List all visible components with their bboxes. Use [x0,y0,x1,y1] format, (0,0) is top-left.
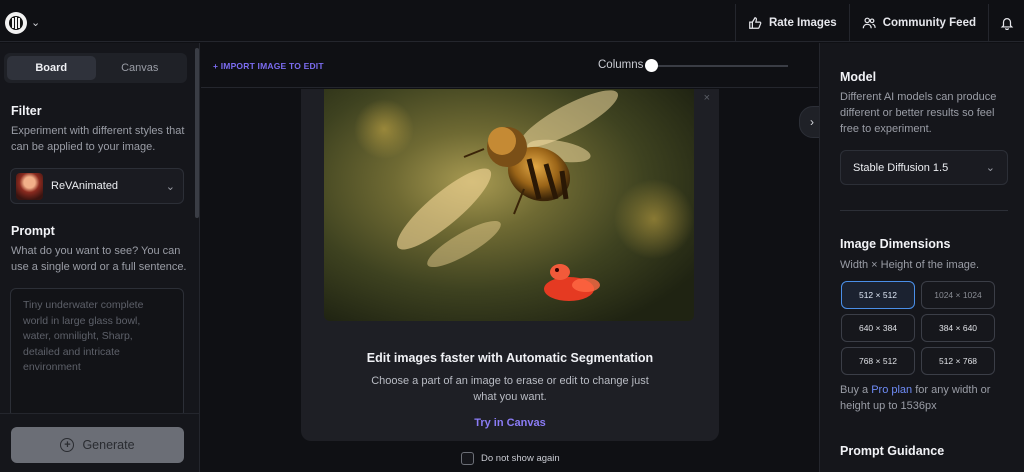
prompt-description: What do you want to see? You can use a s… [11,245,187,273]
thumbs-up-icon [749,17,762,29]
generate-label: Generate [82,438,135,452]
plus-circle-icon: + [60,438,75,452]
filter-title: Filter [11,104,42,118]
view-tabs: Board Canvas [4,53,187,83]
model-title: Model [840,70,877,84]
dimension-option-512x768[interactable]: 512 × 768 [921,347,995,375]
dimension-option-512x512[interactable]: 512 × 512 [841,281,915,309]
users-icon [862,17,876,29]
modal-title: Edit images faster with Automatic Segmen… [366,351,654,365]
dont-show-again-label: Do not show again [481,453,560,464]
bell-icon [1000,18,1013,30]
chevron-down-icon: ⌄ [165,180,175,193]
board-toolbar: + IMPORT IMAGE TO EDIT Columns [201,43,818,88]
pro-plan-note: Buy a Pro plan for any width or height u… [840,382,1010,414]
model-select-label: Stable Diffusion 1.5 [853,161,949,174]
columns-label: Columns [598,59,644,71]
main-board: + IMPORT IMAGE TO EDIT Columns × Edit im… [201,43,825,472]
modal-description: Choose a part of an image to erase or ed… [371,375,649,403]
dimension-option-640x384[interactable]: 640 × 384 [841,314,915,342]
columns-slider-track[interactable] [646,65,788,67]
community-feed-label: Community Feed [882,17,976,29]
prompt-title: Prompt [11,224,55,238]
generate-button[interactable]: + Generate [11,427,184,463]
app-logo-icon[interactable] [5,12,27,34]
prompt-input[interactable]: Tiny underwater complete world in large … [10,288,184,418]
filter-model-label: ReVAnimated [51,180,119,192]
rate-images-button[interactable]: Rate Images [734,4,849,42]
chevron-down-icon: ⌄ [985,162,995,174]
tab-board[interactable]: Board [7,56,96,80]
rate-images-label: Rate Images [768,17,837,29]
divider [840,210,1008,211]
try-in-canvas-link[interactable]: Try in Canvas [301,417,719,429]
columns-slider-handle[interactable] [645,59,658,72]
top-bar: ⌄ Rate Images Community Feed [0,4,1024,42]
pro-plan-prefix: Buy a [840,384,872,396]
chevron-right-icon: › [810,115,814,129]
right-sidebar: Model Different AI models can produce di… [819,43,1024,472]
model-description: Different AI models can produce differen… [840,91,997,135]
notifications-button[interactable] [988,4,1024,42]
segmentation-modal: × Edit images faster with Automatic Segm… [301,89,719,441]
dont-show-again-option[interactable]: Do not show again [461,452,560,465]
import-image-link[interactable]: + IMPORT IMAGE TO EDIT [213,61,324,71]
left-sidebar: Board Canvas Filter Experiment with diff… [0,43,200,472]
dimension-option-768x512[interactable]: 768 × 512 [841,347,915,375]
modal-preview-image [324,89,694,321]
left-scrollbar[interactable] [195,48,199,218]
model-select[interactable]: Stable Diffusion 1.5 ⌄ [840,150,1008,185]
close-icon[interactable]: × [704,92,710,104]
dimension-option-384x640[interactable]: 384 × 640 [921,314,995,342]
generate-area: + Generate [0,413,199,472]
prompt-placeholder: Tiny underwater complete world in large … [23,299,144,373]
chevron-down-icon[interactable]: ⌄ [31,16,40,29]
dimensions-description: Width × Height of the image. [840,259,980,271]
dont-show-again-checkbox[interactable] [461,452,474,465]
pro-plan-link[interactable]: Pro plan [871,384,912,396]
dimension-option-1024x1024[interactable]: 1024 × 1024 [921,281,995,309]
model-thumbnail [16,172,43,200]
prompt-guidance-title: Prompt Guidance [840,444,945,458]
community-feed-button[interactable]: Community Feed [848,4,988,42]
dimensions-title: Image Dimensions [840,237,951,251]
tab-canvas[interactable]: Canvas [96,56,185,80]
filter-description: Experiment with different styles that ca… [11,125,185,153]
filter-model-select[interactable]: ReVAnimated ⌄ [10,168,184,204]
